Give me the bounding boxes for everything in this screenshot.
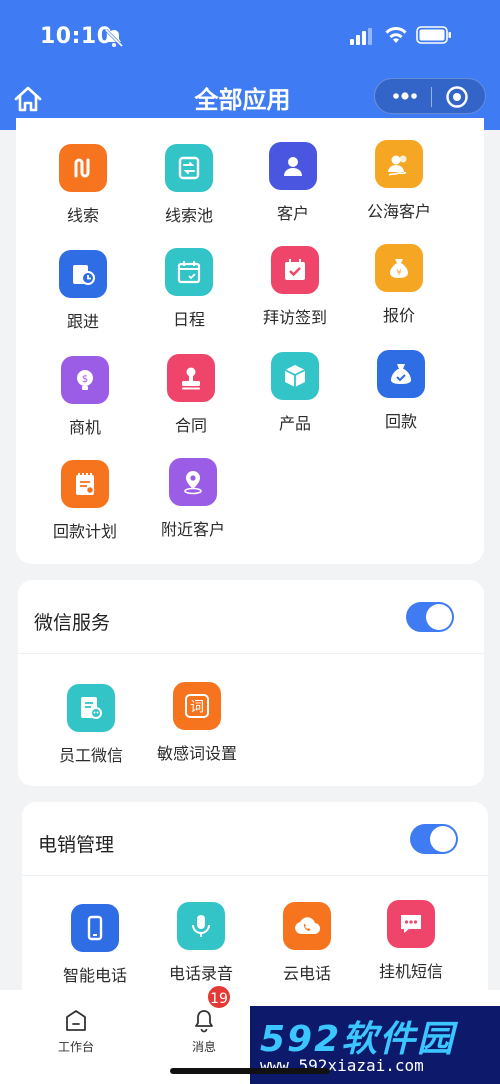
word-icon-glyph: 词: [190, 700, 204, 716]
person-icon: [269, 142, 317, 190]
app-header: 10:10 全部应用: [0, 0, 500, 130]
group-icon: [375, 140, 423, 188]
status-time: 10:10: [40, 24, 113, 49]
toggle-knob: [430, 826, 456, 852]
app-product[interactable]: 产品: [242, 352, 348, 442]
card-header: 微信服务: [18, 580, 484, 654]
follow-icon: [59, 250, 107, 298]
app-follow-up[interactable]: 跟进: [30, 250, 136, 340]
home-indicator: [170, 1068, 330, 1074]
toggle-knob: [426, 604, 452, 630]
mic-icon: [177, 902, 225, 950]
stamp-icon: [167, 354, 215, 402]
app-label: 挂机短信: [378, 962, 443, 981]
tab-label: 工作台: [57, 1040, 94, 1054]
battery-icon: [416, 26, 451, 44]
svg-text:$: $: [82, 374, 88, 385]
unread-badge: 19: [206, 984, 232, 1010]
app-call-recording[interactable]: 电话录音: [148, 902, 254, 992]
app-label: 敏感词设置: [156, 744, 237, 763]
staff-wechat-icon: [67, 684, 115, 732]
app-customers[interactable]: 客户: [240, 142, 346, 232]
app-label: 报价: [382, 306, 415, 325]
bulb-icon: $: [61, 356, 109, 404]
calendar-icon: [165, 248, 213, 296]
svg-text:¥: ¥: [396, 268, 401, 277]
bag-icon: [377, 350, 425, 398]
bell-off-icon: [104, 28, 124, 48]
tab-workbench[interactable]: 工作台: [26, 990, 126, 1060]
app-contract[interactable]: 合同: [138, 354, 244, 444]
app-opportunity[interactable]: $ 商机: [32, 356, 138, 446]
wifi-icon: [385, 27, 407, 43]
tab-messages[interactable]: 19 消息: [154, 984, 254, 1060]
checkin-icon: [271, 246, 319, 294]
app-nearby-customers[interactable]: 附近客户: [140, 458, 246, 548]
money-bag-icon: ¥: [375, 244, 423, 292]
app-label: 回款计划: [52, 522, 117, 541]
word-icon: 词: [173, 682, 221, 730]
app-leads[interactable]: 线索: [30, 144, 136, 234]
signal-icon: [350, 28, 372, 45]
app-lead-pool[interactable]: 线索池: [136, 144, 242, 234]
mini-program-capsule: [374, 78, 486, 114]
app-sensitive-words[interactable]: 词 敏感词设置: [144, 682, 250, 772]
location-icon: [169, 458, 217, 506]
app-quotation[interactable]: ¥ 报价: [346, 244, 452, 334]
cloud-phone-icon: [283, 902, 331, 950]
bell-icon: [195, 1010, 213, 1033]
section-title: 微信服务: [34, 612, 111, 634]
app-label: 员工微信: [58, 746, 123, 765]
app-smart-phone[interactable]: 智能电话: [42, 904, 148, 994]
wechat-services-card: 微信服务 员工微信 词 敏感词设置: [18, 580, 484, 786]
capsule-divider: [431, 87, 432, 107]
app-schedule[interactable]: 日程: [136, 248, 242, 338]
app-label: 公海客户: [366, 202, 431, 221]
section-title: 电销管理: [38, 834, 115, 856]
app-public-customers[interactable]: 公海客户: [346, 140, 452, 230]
app-label: 附近客户: [160, 520, 225, 539]
notepad-icon: [61, 460, 109, 508]
app-payment[interactable]: 回款: [348, 350, 454, 440]
telemarketing-toggle[interactable]: [410, 824, 458, 854]
app-cloud-phone[interactable]: 云电话: [254, 902, 360, 992]
app-label: 线索池: [164, 206, 213, 225]
app-label: 产品: [278, 414, 311, 433]
app-label: 回款: [384, 412, 417, 431]
app-label: 合同: [174, 416, 207, 435]
app-label: 智能电话: [62, 966, 127, 985]
phone-icon: [71, 904, 119, 952]
app-label: 跟进: [66, 312, 99, 331]
app-staff-wechat[interactable]: 员工微信: [38, 684, 144, 774]
app-label: 日程: [172, 310, 205, 329]
app-label: 商机: [68, 418, 101, 437]
nav-bar: 全部应用: [0, 76, 500, 120]
telemarketing-card: 电销管理 智能电话 电话录音 云电话 挂机短信: [22, 802, 488, 1002]
app-label: 电话录音: [168, 964, 233, 983]
wechat-services-toggle[interactable]: [406, 602, 454, 632]
app-visit-checkin[interactable]: 拜访签到: [242, 246, 348, 336]
app-hangup-sms[interactable]: 挂机短信: [358, 900, 464, 990]
route-icon: [59, 144, 107, 192]
all-apps-card: 线索 线索池 客户 公海客户 跟进 日程 拜访签到 ¥ 报价 $ 商机 合同 产…: [16, 118, 484, 564]
sms-icon: [387, 900, 435, 948]
app-payment-plan[interactable]: 回款计划: [32, 460, 138, 550]
app-label: 客户: [276, 204, 309, 223]
pool-icon: [165, 144, 213, 192]
workbench-icon: [66, 1010, 86, 1031]
watermark-logo: 592软件园: [260, 1019, 456, 1060]
more-icon[interactable]: [389, 85, 421, 107]
card-header: 电销管理: [22, 802, 488, 876]
status-bar: 10:10: [0, 0, 500, 78]
close-target-icon[interactable]: [445, 85, 469, 109]
tab-label: 消息: [191, 1040, 216, 1054]
app-label: 云电话: [282, 964, 331, 983]
app-label: 线索: [66, 206, 99, 225]
box-icon: [271, 352, 319, 400]
app-label: 拜访签到: [262, 308, 327, 327]
